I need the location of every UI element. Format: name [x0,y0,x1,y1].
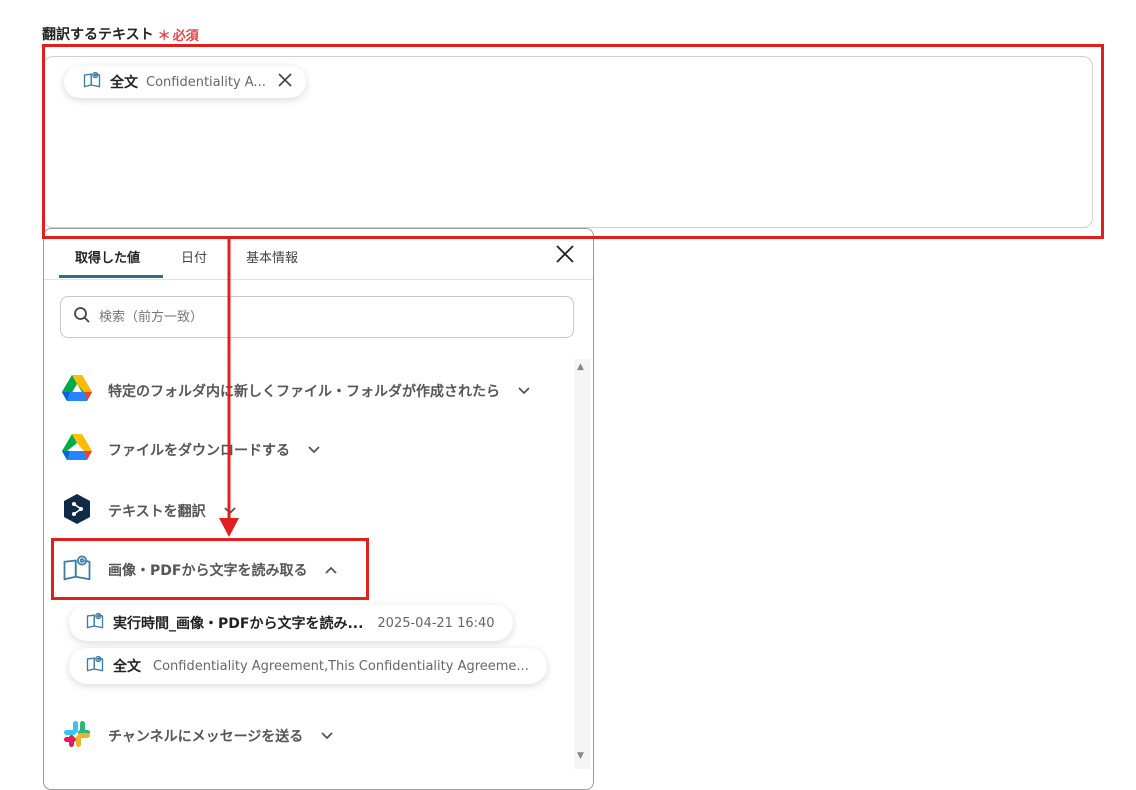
tab-acquired-values[interactable]: 取得した値 [75,247,140,266]
scroll-up-icon[interactable]: ▲ [577,362,584,372]
chevron-down-icon [321,729,333,743]
ocr-book-icon [62,552,92,588]
active-tab-indicator [59,275,163,278]
scrollbar[interactable] [574,359,590,769]
section-send-message[interactable]: チャンネルにメッセージを送る [62,719,333,753]
search-field[interactable] [60,296,574,338]
section-translate-text[interactable]: テキストを翻訳 [62,493,236,529]
scroll-down-icon[interactable]: ▼ [577,751,584,761]
item-value: 2025-04-21 16:40 [377,615,495,631]
section-label: 特定のフォルダ内に新しくファイル・フォルダが作成されたら [108,383,500,400]
close-icon[interactable] [555,244,577,266]
slack-icon [62,719,92,753]
section-label: チャンネルにメッセージを送る [108,729,304,745]
value-item-exec-time[interactable]: 実行時間_画像・PDFから文字を読み... 2025-04-21 16:40 [69,605,513,641]
section-label: 画像・PDFから文字を読み取る [108,563,308,579]
field-label: 翻訳するテキスト ＊ 必須 [42,24,199,44]
google-drive-icon [62,375,92,406]
chevron-down-icon [518,384,530,398]
chevron-down-icon [308,443,320,457]
search-input[interactable] [97,308,541,326]
section-folder-trigger[interactable]: 特定のフォルダ内に新しくファイル・フォルダが作成されたら [62,375,530,406]
inserted-value-chip[interactable]: 全文 Confidentiality A... [64,66,306,98]
chevron-down-icon [223,504,236,518]
google-drive-icon [62,434,92,465]
section-ocr-read[interactable]: 画像・PDFから文字を読み取る [62,552,338,588]
close-icon[interactable] [278,73,292,91]
search-icon [73,306,91,328]
field-label-text: 翻訳するテキスト [42,27,154,43]
tab-basic-info[interactable]: 基本情報 [246,247,298,266]
required-mark: ＊ [157,28,171,44]
required-text: 必須 [172,28,199,44]
required-badge: ＊ 必須 [158,25,199,44]
value-item-full-text[interactable]: 全文 Confidentiality Agreement,This Confid… [69,648,547,684]
section-download-file[interactable]: ファイルをダウンロードする [62,434,320,465]
tab-date[interactable]: 日付 [181,247,207,266]
ocr-book-icon [85,611,105,635]
chevron-up-icon [325,563,338,577]
ocr-book-icon [82,70,102,94]
deepl-icon [62,493,92,529]
chip-value: Confidentiality A... [146,74,266,90]
picker-tabs: 取得した値 日付 基本情報 [44,229,593,280]
section-label: ファイルをダウンロードする [108,442,290,459]
item-value: Confidentiality Agreement,This Confident… [153,658,529,674]
section-label: テキストを翻訳 [108,504,206,520]
chip-title: 全文 [110,75,138,91]
item-title: 全文 [113,659,141,675]
value-picker-panel: 取得した値 日付 基本情報 ▲ ▼ [43,228,594,790]
item-title: 実行時間_画像・PDFから文字を読み... [113,616,364,632]
ocr-book-icon [85,654,105,678]
